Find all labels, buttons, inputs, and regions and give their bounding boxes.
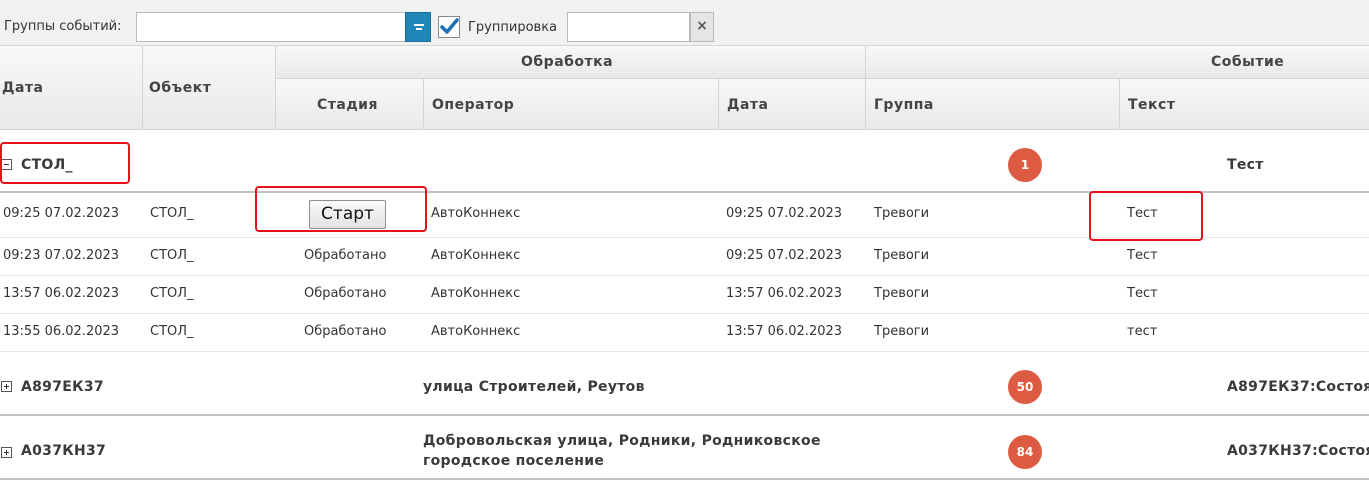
processing-date: 13:57 06.02.2023 (726, 286, 843, 301)
event-group: Тревоги (874, 206, 930, 221)
group-event-text: Тест (1227, 157, 1264, 173)
event-count-badge: 1 (1008, 148, 1042, 182)
event-count-badge: 84 (1008, 435, 1042, 469)
event-text: Тест (1127, 248, 1158, 263)
processing-date: 13:57 06.02.2023 (726, 324, 843, 339)
group-row[interactable]: А037КН37 Добровольская улица, Родники, Р… (0, 416, 1369, 480)
table-row[interactable]: 13:57 06.02.2023 СТОЛ_ Обработано АвтоКо… (0, 276, 1369, 314)
expand-icon[interactable] (1, 447, 12, 458)
operator-name: АвтоКоннекс (431, 248, 521, 263)
filter-clear-button[interactable]: × (690, 12, 714, 42)
event-groups-input[interactable] (136, 12, 406, 42)
group-row[interactable]: А897ЕК37 улица Строителей, Реутов 50 А89… (0, 352, 1369, 416)
group-row[interactable]: СТОЛ_ 1 Тест (0, 130, 1369, 193)
stage-status: Обработано (304, 286, 387, 301)
event-groups-dropdown-button[interactable] (405, 12, 431, 42)
object-name: СТОЛ_ (150, 286, 194, 301)
operator-name: АвтоКоннекс (431, 324, 521, 339)
group-name: А897ЕК37 (21, 379, 104, 395)
column-header-operator[interactable]: Оператор (424, 79, 719, 130)
event-date: 09:23 07.02.2023 (3, 248, 120, 263)
event-count-badge: 50 (1008, 370, 1042, 404)
event-group: Тревоги (874, 286, 930, 301)
column-header-text[interactable]: Текст (1120, 79, 1369, 130)
event-text: Тест (1127, 286, 1158, 301)
toolbar: Группы событий: Группировка × (0, 0, 1369, 46)
column-header-stage[interactable]: Стадия (276, 79, 424, 130)
event-date: 13:57 06.02.2023 (3, 286, 120, 301)
column-header-date[interactable]: Дата (0, 46, 143, 130)
operator-name: АвтоКоннекс (431, 286, 521, 301)
grouping-checkbox[interactable] (438, 16, 460, 38)
event-date: 09:25 07.02.2023 (3, 206, 120, 221)
column-header-object[interactable]: Объект (143, 46, 276, 130)
group-event-text: А037КН37:Состоя (1227, 443, 1369, 459)
event-text: тест (1127, 324, 1158, 339)
group-address-line1: Добровольская улица, Родники, Родниковск… (423, 433, 821, 449)
stage-status: Обработано (304, 248, 387, 263)
column-header-processing-date[interactable]: Дата (719, 79, 866, 130)
group-address: улица Строителей, Реутов (423, 379, 645, 395)
group-address-line2: городское поселение (423, 453, 605, 469)
table-row[interactable]: 09:23 07.02.2023 СТОЛ_ Обработано АвтоКо… (0, 238, 1369, 276)
event-date: 13:55 06.02.2023 (3, 324, 120, 339)
object-name: СТОЛ_ (150, 248, 194, 263)
object-name: СТОЛ_ (150, 324, 194, 339)
checkmark-icon (440, 18, 459, 34)
highlight-box-group-name (0, 142, 130, 184)
table-row[interactable]: 13:55 06.02.2023 СТОЛ_ Обработано АвтоКо… (0, 314, 1369, 352)
expand-icon[interactable] (1, 381, 12, 392)
operator-name: АвтоКоннекс (431, 206, 521, 221)
group-name: А037КН37 (21, 443, 107, 459)
column-header-event: Событие (866, 46, 1369, 79)
filter-input[interactable] (567, 12, 690, 42)
object-name: СТОЛ_ (150, 206, 194, 221)
grouping-label: Группировка (468, 20, 558, 35)
processing-date: 09:25 07.02.2023 (726, 206, 843, 221)
event-group: Тревоги (874, 248, 930, 263)
column-header-processing: Обработка (276, 46, 866, 79)
processing-date: 09:25 07.02.2023 (726, 248, 843, 263)
group-event-text: А897ЕК37:Состоя (1227, 379, 1369, 395)
highlight-box-event-text (1089, 191, 1203, 241)
event-group: Тревоги (874, 324, 930, 339)
event-groups-label: Группы событий: (4, 19, 122, 34)
column-header-group[interactable]: Группа (866, 79, 1120, 130)
highlight-box-start-button (255, 186, 427, 232)
stage-status: Обработано (304, 324, 387, 339)
